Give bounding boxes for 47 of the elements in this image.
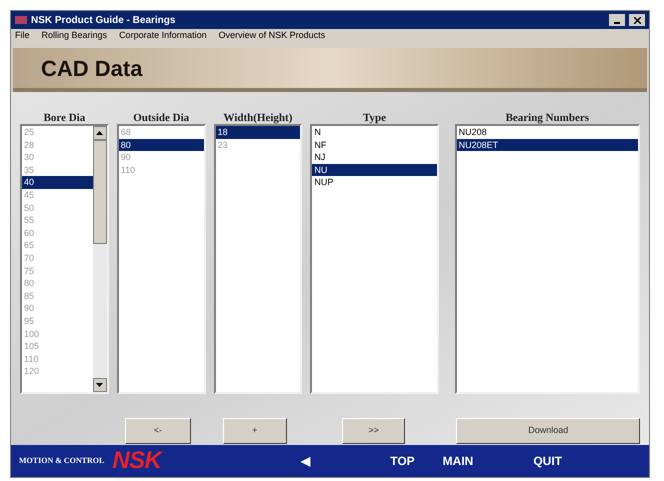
nav-button[interactable]: + (222, 418, 287, 444)
menu-item[interactable]: Corporate Information (119, 29, 207, 43)
list-box[interactable]: 68 80 90 110 (116, 124, 206, 394)
scroll-thumb[interactable] (92, 140, 107, 244)
minimize-icon (614, 22, 620, 24)
minimize-button[interactable] (609, 14, 625, 26)
column-header: Type (362, 111, 387, 124)
list-item[interactable]: NU208 (456, 126, 638, 139)
list-item[interactable]: NF (312, 138, 437, 152)
list-item[interactable]: NU (312, 164, 437, 176)
window-title: NSK Product Guide - Bearings (31, 14, 176, 28)
scrollbar[interactable] (92, 126, 107, 392)
app-icon (15, 16, 27, 24)
logo: NSK (112, 446, 162, 476)
menu-item[interactable]: File (15, 29, 30, 43)
list-box[interactable]: 18 23 (214, 124, 302, 394)
nav-link[interactable]: TOP (390, 452, 415, 470)
tagline: MOTION & CONTROL (19, 455, 104, 467)
back-link[interactable]: ◀ (301, 452, 310, 470)
list-item[interactable]: 40 (22, 176, 93, 189)
menu-item[interactable]: Overview of NSK Products (218, 29, 326, 43)
list-item[interactable]: NUP (312, 176, 437, 189)
list-item[interactable]: N (312, 126, 437, 139)
scroll-down-button[interactable] (92, 378, 107, 392)
nav-link[interactable]: QUIT (533, 452, 562, 470)
column-header: Bore Dia (42, 111, 86, 124)
nav-button[interactable]: <- (125, 418, 191, 444)
close-icon (634, 16, 640, 24)
page-title: CAD Data (41, 54, 142, 82)
menu-item[interactable]: Rolling Bearings (42, 29, 108, 43)
list-item[interactable]: NJ (312, 151, 437, 164)
nav-link[interactable]: MAIN (442, 452, 474, 470)
list-item[interactable]: 80 (118, 138, 204, 152)
list-box[interactable]: 25 28 30 35 40 45 50 55 60 65 70 75 80 85 90 95 100 105 110 120 (20, 124, 109, 394)
column-header: Width(Height) (222, 111, 294, 124)
down-arrow-icon (96, 383, 104, 387)
nav-button[interactable]: >> (342, 418, 406, 444)
list-box[interactable]: NU208 NU208ET (454, 124, 640, 394)
column-header: Outside Dia (132, 111, 190, 124)
column-header: Bearing Numbers (504, 111, 590, 124)
list-item[interactable]: NU208ET (456, 138, 638, 152)
list-item[interactable]: 18 (216, 126, 300, 139)
up-arrow-icon (96, 131, 104, 135)
close-button[interactable] (629, 14, 645, 26)
download-button[interactable]: Download (456, 418, 640, 444)
list-box[interactable]: N NF NJ NU NUP (310, 124, 439, 394)
scroll-up-button[interactable] (92, 126, 107, 140)
